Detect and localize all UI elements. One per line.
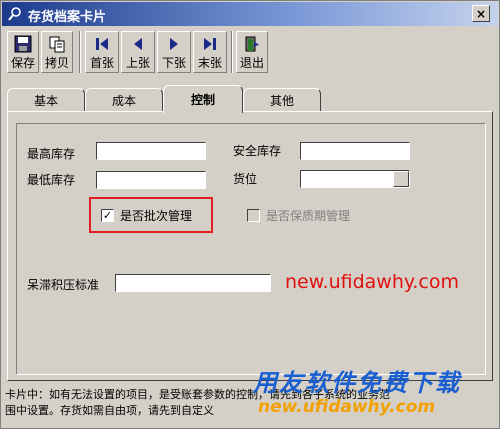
toolbar-separator	[79, 31, 81, 73]
watermark-url: new.ufidawhy.com	[285, 271, 460, 293]
location-label: 货位	[233, 172, 258, 186]
save-label: 保存	[10, 56, 35, 70]
tab-control[interactable]: 控制	[163, 85, 243, 113]
min-stock-label: 最低库存	[27, 173, 76, 187]
tab-cost[interactable]: 成本	[85, 88, 163, 112]
next-icon	[170, 38, 178, 50]
next-label: 下张	[161, 56, 186, 70]
slow-moving-input[interactable]	[115, 274, 271, 292]
exit-label: 退出	[239, 56, 264, 70]
min-stock-input[interactable]	[96, 171, 206, 189]
tab-other[interactable]: 其他	[243, 88, 321, 112]
batch-check-box[interactable]: ✓	[101, 209, 114, 222]
inventory-card-window: 存货档案卡片 × 保存 拷贝 首张 上张 下张 末张 退出 基本 成本 控制 其…	[0, 0, 500, 429]
shelf-life-check-box[interactable]	[247, 209, 260, 222]
toolbar-separator	[231, 31, 233, 73]
save-button[interactable]: 保存	[7, 31, 39, 73]
tab-control-label: 控制	[190, 93, 215, 107]
title-bar: 存货档案卡片 ×	[2, 2, 498, 26]
first-icon	[96, 38, 108, 50]
close-button[interactable]: ×	[472, 5, 490, 22]
slow-moving-label: 呆滞积压标准	[27, 278, 100, 292]
prev-button[interactable]: 上张	[121, 31, 155, 73]
location-dropdown-button[interactable]	[393, 171, 409, 187]
shelf-life-label: 是否保质期管理	[266, 209, 351, 223]
toolbar: 保存 拷贝 首张 上张 下张 末张 退出	[5, 29, 495, 75]
tab-cost-label: 成本	[111, 93, 136, 108]
prev-icon	[134, 38, 142, 50]
shelf-life-checkbox[interactable]: 是否保质期管理	[247, 207, 350, 224]
next-button[interactable]: 下张	[157, 31, 191, 73]
tab-basic-label: 基本	[33, 93, 58, 108]
search-card-icon	[8, 7, 21, 21]
save-icon	[14, 35, 32, 53]
brand-watermark-url: new.ufidawhy.com	[258, 397, 436, 417]
max-stock-input[interactable]	[96, 142, 206, 160]
safety-stock-input[interactable]	[300, 142, 410, 160]
control-group-frame	[16, 123, 486, 375]
exit-button[interactable]: 退出	[236, 31, 268, 73]
brand-watermark: 用友软件免费下载	[253, 369, 461, 397]
first-label: 首张	[89, 56, 114, 70]
last-icon	[204, 38, 216, 50]
copy-button[interactable]: 拷贝	[41, 31, 73, 73]
tab-basic[interactable]: 基本	[7, 88, 85, 112]
exit-icon	[245, 36, 259, 52]
max-stock-label: 最高库存	[27, 147, 76, 161]
location-combo[interactable]	[300, 170, 410, 188]
copy-icon	[49, 36, 65, 53]
copy-label: 拷贝	[44, 56, 69, 70]
last-button[interactable]: 末张	[193, 31, 227, 73]
first-button[interactable]: 首张	[85, 31, 119, 73]
tab-other-label: 其他	[269, 93, 294, 108]
last-label: 末张	[197, 56, 222, 70]
window-title: 存货档案卡片	[28, 10, 107, 25]
prev-label: 上张	[125, 56, 150, 70]
batch-management-label: 是否批次管理	[120, 209, 193, 223]
safety-stock-label: 安全库存	[233, 144, 282, 158]
batch-management-checkbox[interactable]: ✓ 是否批次管理	[101, 207, 192, 224]
